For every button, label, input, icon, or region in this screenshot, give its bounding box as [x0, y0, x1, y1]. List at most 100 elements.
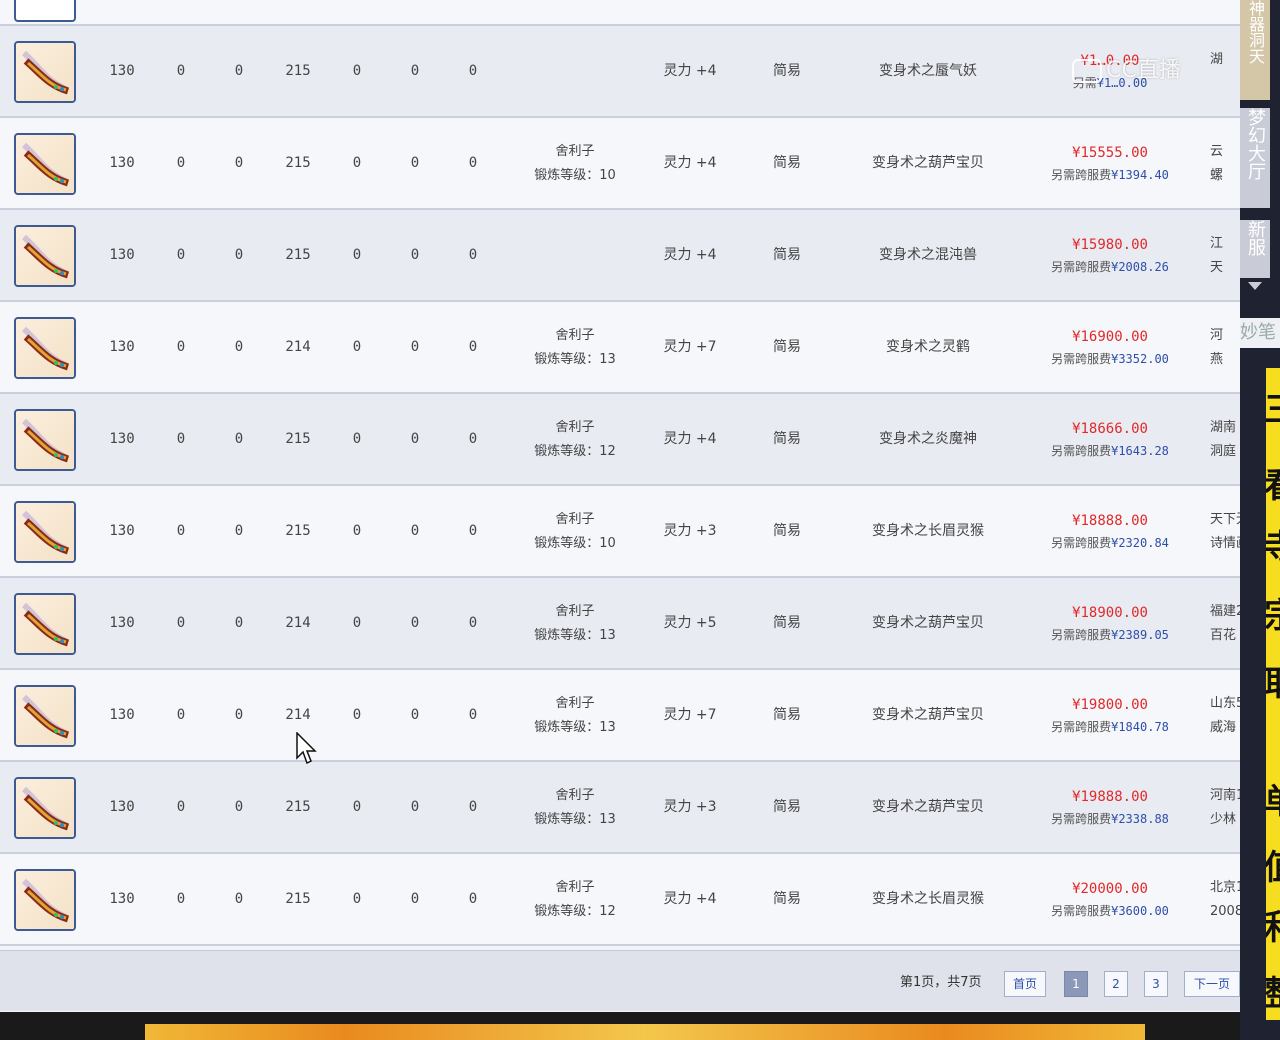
pagination: 第1页，共7页 首页 1 2 3 下一页	[0, 950, 1240, 1011]
skill-cell: 简易	[773, 63, 801, 79]
gem-cell: 舍利子 锻炼等级：10	[510, 508, 640, 558]
stat-cell: 215	[285, 799, 311, 815]
fee-label: 另需跨服费	[1051, 444, 1112, 458]
stat-cell: 0	[468, 339, 478, 355]
gem-cell: 舍利子锻炼等级：13	[510, 600, 640, 650]
stat-cell: 130	[109, 431, 135, 447]
table-row[interactable]: 130 0 0 214 0 0 0 舍利子 锻炼等级：13 灵力 +7 简易 变身术之葫芦宝贝 ¥198…	[0, 670, 1240, 762]
skill-cell: 简易	[773, 615, 801, 631]
item-icon[interactable]	[14, 225, 76, 287]
gem-name: 舍利子	[555, 604, 595, 619]
first-page-button[interactable]: 首页	[1004, 971, 1046, 997]
side-tab-1[interactable]: 神器洞天	[1240, 0, 1270, 100]
table-row[interactable]: 130 0 0 215 0 0 0 舍利子 锻炼等级：12 灵力 +4 简易 变身术之炎魔神 ¥1866…	[0, 394, 1240, 486]
item-icon[interactable]	[14, 409, 76, 471]
table-row[interactable]: 130 0 0 215 0 0 0 舍利子 锻炼等级：12 灵力 +4 简易 变身术之长眉灵猴 ¥200…	[0, 854, 1240, 946]
seller-cell[interactable]: 江天	[1210, 232, 1240, 280]
seller-cell[interactable]: 湖南 洞庭	[1210, 416, 1240, 464]
gem-name: 舍利子	[555, 328, 595, 343]
spirit-cell: 灵力 +5	[663, 615, 717, 631]
table-row[interactable]: 130 0 0 215 0 0 0 舍利子 锻炼等级：10 灵力 +3 简易 变身术之长眉灵猴 ¥188…	[0, 486, 1240, 578]
price-cell: ¥18900.00 另需跨服费¥2389.05	[1030, 602, 1190, 646]
side-tab-2[interactable]: 梦幻大厅	[1240, 108, 1270, 208]
table-row[interactable]: 130 0 0 215 0 0 0 灵力 +4 简易 变身术之蜃气妖 ¥1…0.00 另需¥1…0.0…	[0, 26, 1240, 118]
stat-cell: 0	[410, 707, 420, 723]
seller-cell[interactable]: 河燕	[1210, 324, 1240, 372]
stat-cell: 130	[109, 63, 135, 79]
item-icon[interactable]	[14, 685, 76, 747]
item-icon[interactable]	[14, 0, 76, 22]
seller-cell[interactable]: 山东5 威海	[1210, 692, 1240, 740]
server-sub: 洞庭	[1210, 444, 1237, 459]
gem-cell: 舍利子 锻炼等级：13	[510, 784, 640, 834]
stat-cell: 0	[176, 707, 186, 723]
stat-cell: 130	[109, 247, 135, 263]
fee-value: ¥3600.00	[1111, 904, 1169, 918]
stat-cell: 0	[234, 431, 244, 447]
gem-cell: 舍利子 锻炼等级：12	[510, 876, 640, 926]
spirit-cell: 灵力 +4	[663, 247, 717, 263]
stat-cell: 0	[468, 707, 478, 723]
fee-line: 另需跨服费¥2320.84	[1030, 532, 1190, 554]
forge-level: 锻炼等级：13	[534, 628, 616, 643]
forge-level: 锻炼等级：12	[534, 444, 616, 459]
seller-cell[interactable]: 湖	[1210, 48, 1240, 72]
server-name: 山东5	[1210, 696, 1240, 711]
seller-cell[interactable]: 福建2 百花	[1210, 600, 1240, 648]
page-info: 第1页，共7页	[900, 975, 982, 990]
item-icon[interactable]	[14, 777, 76, 839]
stat-cell: 0	[410, 799, 420, 815]
stat-cell: 215	[285, 247, 311, 263]
item-icon[interactable]	[14, 133, 76, 195]
stat-cell: 0	[176, 615, 186, 631]
stat-cell: 0	[352, 247, 362, 263]
gem-cell	[510, 232, 640, 282]
seller-cell[interactable]: 河南1 少林	[1210, 784, 1240, 832]
gem-name: 舍利子	[555, 880, 595, 895]
stat-cell: 0	[410, 523, 420, 539]
next-page-button[interactable]: 下一页	[1184, 971, 1240, 997]
item-icon[interactable]	[14, 41, 76, 103]
chevron-down-icon[interactable]	[1248, 282, 1262, 290]
seller-cell[interactable]: 天下无诗情画	[1210, 508, 1240, 556]
stat-cell: 0	[352, 707, 362, 723]
fee-label: 另需跨服费	[1051, 168, 1112, 182]
gem-cell: 舍利子 锻炼等级：13	[510, 692, 640, 742]
table-row[interactable]: 130 0 0 215 0 0 0 舍利子 锻炼等级：10 灵力 +4 简易 变身术之葫芦宝贝 ¥155…	[0, 118, 1240, 210]
stat-cell: 0	[352, 799, 362, 815]
item-icon[interactable]	[14, 869, 76, 931]
server-sub: 燕	[1210, 352, 1224, 367]
effect-cell: 变身术之混沌兽	[879, 247, 977, 263]
page-3-button[interactable]: 3	[1144, 971, 1168, 997]
item-icon[interactable]	[14, 593, 76, 655]
page-2-button[interactable]: 2	[1104, 971, 1128, 997]
stat-cell: 0	[410, 63, 420, 79]
side-tab-3[interactable]: 新服	[1240, 220, 1270, 278]
price-cell: ¥16900.00 另需跨服费¥3352.00	[1030, 326, 1190, 370]
overlay-char: 三	[1266, 390, 1280, 430]
skill-cell: 简易	[773, 523, 801, 539]
page-1-button[interactable]: 1	[1064, 971, 1088, 997]
seller-cell[interactable]: 北京1 2008	[1210, 876, 1240, 924]
server-sub: 天	[1210, 260, 1224, 275]
price: ¥16900.00	[1072, 329, 1148, 345]
stat-cell: 215	[285, 155, 311, 171]
server-sub: 2008	[1210, 904, 1240, 919]
forge-level: 锻炼等级：13	[534, 352, 616, 367]
stat-cell: 130	[109, 523, 135, 539]
item-icon[interactable]	[14, 317, 76, 379]
fee-label: 另需跨服费	[1051, 904, 1112, 918]
seller-cell[interactable]: 云螺	[1210, 140, 1240, 188]
table-row[interactable]: 130 0 0 215 0 0 0 舍利子 锻炼等级：13 灵力 +3 简易 变身术之葫芦宝贝 ¥198…	[0, 762, 1240, 854]
stat-cell: 0	[468, 63, 478, 79]
item-icon[interactable]	[14, 501, 76, 563]
table-row[interactable]: 130 0 0 215 0 0 0 灵力 +4 简易 变身术之混沌兽 ¥15980.00 另需跨服费¥…	[0, 210, 1240, 302]
listing-table: 130 0 0 215 0 0 0 灵力 +4 简易 变身术之蜃气妖 ¥1…0.00 另需¥1…0.0…	[0, 0, 1240, 1012]
fee-label: 另需跨服费	[1051, 260, 1112, 274]
fee-value: ¥3352.00	[1111, 352, 1169, 366]
fee-line: 另需跨服费¥2389.05	[1030, 624, 1190, 646]
stat-cell: 0	[234, 63, 244, 79]
stat-cell: 0	[234, 615, 244, 631]
table-row[interactable]: 130 0 0 214 0 0 0 舍利子 锻炼等级：13 灵力 +7 简易 变身术之灵鹤 ¥16900…	[0, 302, 1240, 394]
table-row[interactable]: 130 0 0 214 0 0 0 舍利子 锻炼等级：13 灵力 +5 简易 变身术之葫芦宝贝 ¥189…	[0, 578, 1240, 670]
